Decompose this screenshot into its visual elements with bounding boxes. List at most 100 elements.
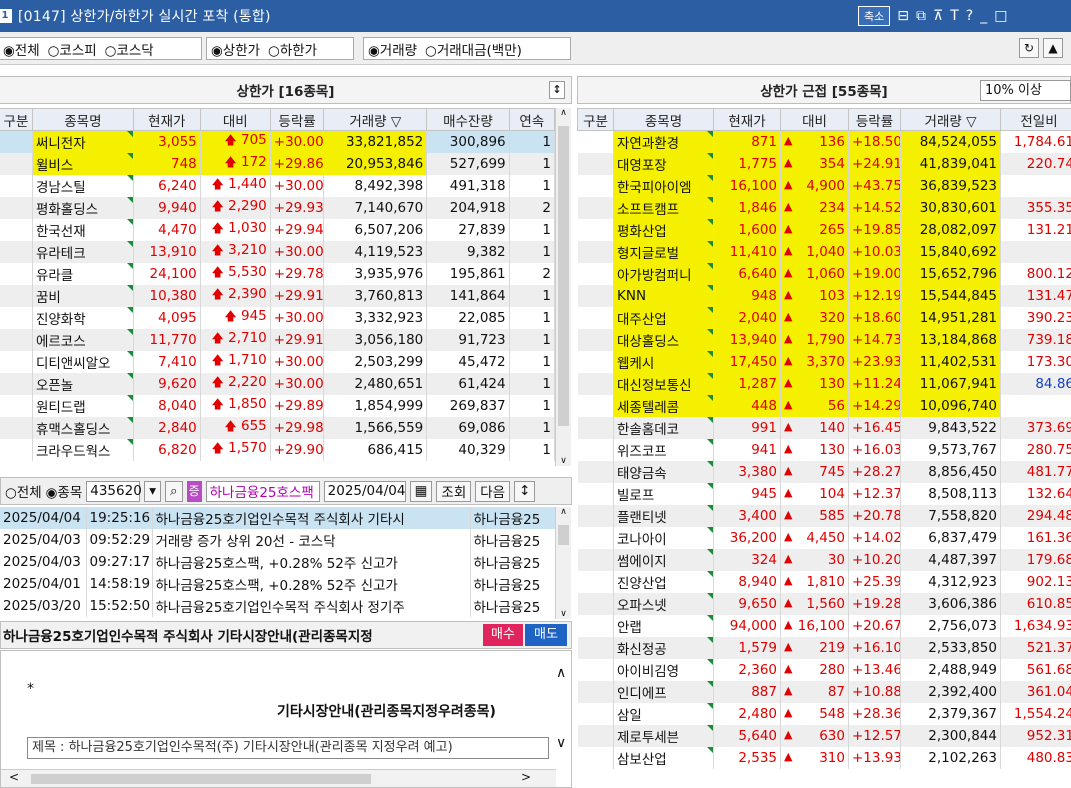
- table-row[interactable]: 디티앤씨알오 7,410 🡅 1,710 +30.00 2,503,299 45…: [0, 350, 556, 373]
- table-row[interactable]: 크라우드웍스 6,820 🡅 1,570 +29.90 686,415 40,3…: [0, 438, 556, 461]
- table-row[interactable]: 대상홀딩스 13,940 ▲ 1,790 +14.73 13,184,868 73…: [577, 328, 1071, 351]
- news-title[interactable]: 하나금융25호기업인수목적 주식회사 정기주: [152, 595, 471, 617]
- stock-name-cell[interactable]: 원티드랩: [32, 394, 134, 417]
- stock-name-cell[interactable]: 써니전자: [32, 130, 134, 153]
- news-title[interactable]: 거래량 증가 상위 20선 - 코스닥: [152, 529, 471, 551]
- stock-name-cell[interactable]: 대상홀딩스: [613, 328, 714, 351]
- table-row[interactable]: 자연과환경 871 ▲ 136 +18.50 84,524,055 1,784.6…: [577, 130, 1071, 153]
- right-col-header[interactable]: 종목명: [613, 108, 714, 131]
- query-button[interactable]: 조회: [436, 480, 472, 502]
- news-scroll-thumb[interactable]: [558, 525, 569, 545]
- left-table-scrollbar[interactable]: ∧ ∨: [555, 108, 571, 466]
- table-row[interactable]: 진양산업 8,940 ▲ 1,810 +25.39 4,312,923 902.1…: [577, 570, 1071, 593]
- table-row[interactable]: 대신정보통신 1,287 ▲ 130 +11.24 11,067,941 84.8…: [577, 372, 1071, 395]
- rate-filter-select[interactable]: 10% 이상: [980, 80, 1071, 101]
- calendar-icon[interactable]: ▦: [409, 480, 433, 502]
- window-tile-icon[interactable]: ⊟: [897, 8, 909, 24]
- stock-name-cell[interactable]: 대신정보통신: [613, 372, 714, 395]
- next-button[interactable]: 다음: [475, 480, 511, 502]
- table-row[interactable]: 경남스틸 6,240 🡅 1,440 +30.00 8,492,398 491,…: [0, 174, 556, 197]
- stock-name-cell[interactable]: 인디에프: [613, 680, 714, 703]
- detail-hscrollbar[interactable]: < >: [1, 769, 556, 787]
- stock-name-cell[interactable]: 삼보산업: [613, 746, 714, 769]
- stock-name-cell[interactable]: 크라우드웍스: [32, 438, 134, 461]
- table-row[interactable]: 한국선재 4,470 🡅 1,030 +29.94 6,507,206 27,8…: [0, 218, 556, 241]
- stock-code-input[interactable]: 435620: [86, 480, 142, 502]
- stock-name-cell[interactable]: 태양금속: [613, 460, 714, 483]
- stock-name-cell[interactable]: 삼일: [613, 702, 714, 725]
- scroll-right-icon[interactable]: >: [521, 770, 531, 784]
- sell-button[interactable]: 매도: [525, 624, 567, 646]
- table-row[interactable]: 유라테크 13,910 🡅 3,210 +30.00 4,119,523 9,3…: [0, 240, 556, 263]
- news-toggle-icon[interactable]: ↕: [514, 480, 536, 502]
- radio-sort-volume[interactable]: ◉거래량: [368, 39, 417, 59]
- stock-name-cell[interactable]: 대영포장: [613, 152, 714, 175]
- radio-scope-stock[interactable]: ◉종목: [46, 481, 83, 501]
- stock-name-cell[interactable]: 디티앤씨알오: [32, 350, 134, 373]
- radio-market-kospi[interactable]: ○코스피: [48, 39, 97, 59]
- table-row[interactable]: 삼일 2,480 ▲ 548 +28.36 2,379,367 1,554.24: [577, 702, 1071, 725]
- table-row[interactable]: 세종텔레콤 448 ▲ 56 +14.29 10,096,740: [577, 394, 1071, 417]
- table-row[interactable]: 썸에이지 324 ▲ 30 +10.20 4,487,397 179.68: [577, 548, 1071, 571]
- stock-name-cell[interactable]: 윌비스: [32, 152, 134, 175]
- stock-name-cell[interactable]: 유라테크: [32, 240, 134, 263]
- stock-name-cell[interactable]: 형지글로벌: [613, 240, 714, 263]
- table-row[interactable]: 아가방컴퍼니 6,640 ▲ 1,060 +19.00 15,652,796 80…: [577, 262, 1071, 285]
- stock-name-cell[interactable]: 경남스틸: [32, 174, 134, 197]
- maximize-icon[interactable]: □: [994, 8, 1007, 24]
- stock-name-cell[interactable]: 한솔홈데코: [613, 416, 714, 439]
- stock-name-cell[interactable]: 오픈놀: [32, 372, 134, 395]
- table-row[interactable]: 한솔홈데코 991 ▲ 140 +16.45 9,843,522 373.69: [577, 416, 1071, 439]
- minimize-icon[interactable]: _: [980, 8, 987, 24]
- news-title[interactable]: 하나금융25호기업인수목적 주식회사 기타시: [152, 507, 471, 529]
- stock-name-cell[interactable]: 플랜티넷: [613, 504, 714, 527]
- stock-name-cell[interactable]: 아가방컴퍼니: [613, 262, 714, 285]
- right-col-header[interactable]: 구분: [577, 108, 614, 131]
- stock-name-cell[interactable]: 한국선재: [32, 218, 134, 241]
- radio-market-kosdaq[interactable]: ○코스닥: [105, 39, 154, 59]
- left-col-header[interactable]: 종목명: [31, 108, 134, 131]
- stock-name-cell[interactable]: 코나아이: [613, 526, 714, 549]
- table-row[interactable]: 유라클 24,100 🡅 5,530 +29.78 3,935,976 195,…: [0, 262, 556, 285]
- radio-upper-limit[interactable]: ◉상한가: [211, 39, 260, 59]
- help-icon[interactable]: ?: [966, 8, 973, 24]
- table-row[interactable]: 휴맥스홀딩스 2,840 🡅 655 +29.98 1,566,559 69,0…: [0, 416, 556, 439]
- refresh-icon[interactable]: ↻: [1019, 38, 1039, 58]
- stock-name-cell[interactable]: 화신정공: [613, 636, 714, 659]
- stock-name-cell[interactable]: 꿈비: [32, 284, 134, 307]
- table-row[interactable]: 원티드랩 8,040 🡅 1,850 +29.89 1,854,999 269,…: [0, 394, 556, 417]
- stock-name-cell[interactable]: 자연과환경: [613, 130, 714, 153]
- table-row[interactable]: 인디에프 887 ▲ 87 +10.88 2,392,400 361.04: [577, 680, 1071, 703]
- search-icon[interactable]: ⌕: [165, 480, 183, 502]
- stock-name-cell[interactable]: 웹케시: [613, 350, 714, 373]
- code-dropdown-icon[interactable]: ▾: [144, 480, 162, 502]
- table-row[interactable]: 꿈비 10,380 🡅 2,390 +29.91 3,760,813 141,8…: [0, 284, 556, 307]
- left-col-header[interactable]: 매수잔량: [426, 108, 510, 131]
- table-row[interactable]: 화신정공 1,579 ▲ 219 +16.10 2,533,850 521.37: [577, 636, 1071, 659]
- detail-scroll-up-icon[interactable]: ∧: [556, 665, 566, 681]
- stock-name-cell[interactable]: 한국피아이엠: [613, 174, 714, 197]
- stock-name-cell[interactable]: 유라클: [32, 262, 134, 285]
- scroll-down-icon[interactable]: ∨: [556, 456, 571, 466]
- table-row[interactable]: 제로투세븐 5,640 ▲ 630 +12.57 2,300,844 952.31: [577, 724, 1071, 747]
- left-col-header[interactable]: 대비: [199, 108, 271, 131]
- news-title[interactable]: 하나금융25호스팩, +0.28% 52주 신고가: [152, 551, 471, 573]
- date-input[interactable]: 2025/04/04: [323, 480, 406, 502]
- table-row[interactable]: 태양금속 3,380 ▲ 745 +28.27 8,856,450 481.77: [577, 460, 1071, 483]
- stock-name-cell[interactable]: 안랩: [613, 614, 714, 637]
- left-col-header[interactable]: 거래량 ▽: [323, 108, 428, 131]
- stock-name-cell[interactable]: 빌로프: [613, 482, 714, 505]
- stock-name-cell[interactable]: 대주산업: [613, 306, 714, 329]
- news-title[interactable]: 하나금융25호스팩, +0.28% 52주 신고가: [152, 573, 471, 595]
- left-col-header[interactable]: 현재가: [132, 108, 201, 131]
- table-row[interactable]: 웹케시 17,450 ▲ 3,370 +23.93 11,402,531 173.…: [577, 350, 1071, 373]
- right-col-header[interactable]: 등락률: [848, 108, 901, 131]
- table-row[interactable]: 평화산업 1,600 ▲ 265 +19.85 28,082,097 131.21: [577, 218, 1071, 241]
- scroll-up-icon[interactable]: ∧: [556, 108, 571, 118]
- stock-name-cell[interactable]: 썸에이지: [613, 548, 714, 571]
- stock-name-cell[interactable]: 진양화학: [32, 306, 134, 329]
- stock-name-cell[interactable]: 아이비김영: [613, 658, 714, 681]
- table-row[interactable]: 소프트캠프 1,846 ▲ 234 +14.52 30,830,601 355.3…: [577, 196, 1071, 219]
- stock-name-cell[interactable]: 진양산업: [613, 570, 714, 593]
- table-row[interactable]: 대주산업 2,040 ▲ 320 +18.60 14,951,281 390.23: [577, 306, 1071, 329]
